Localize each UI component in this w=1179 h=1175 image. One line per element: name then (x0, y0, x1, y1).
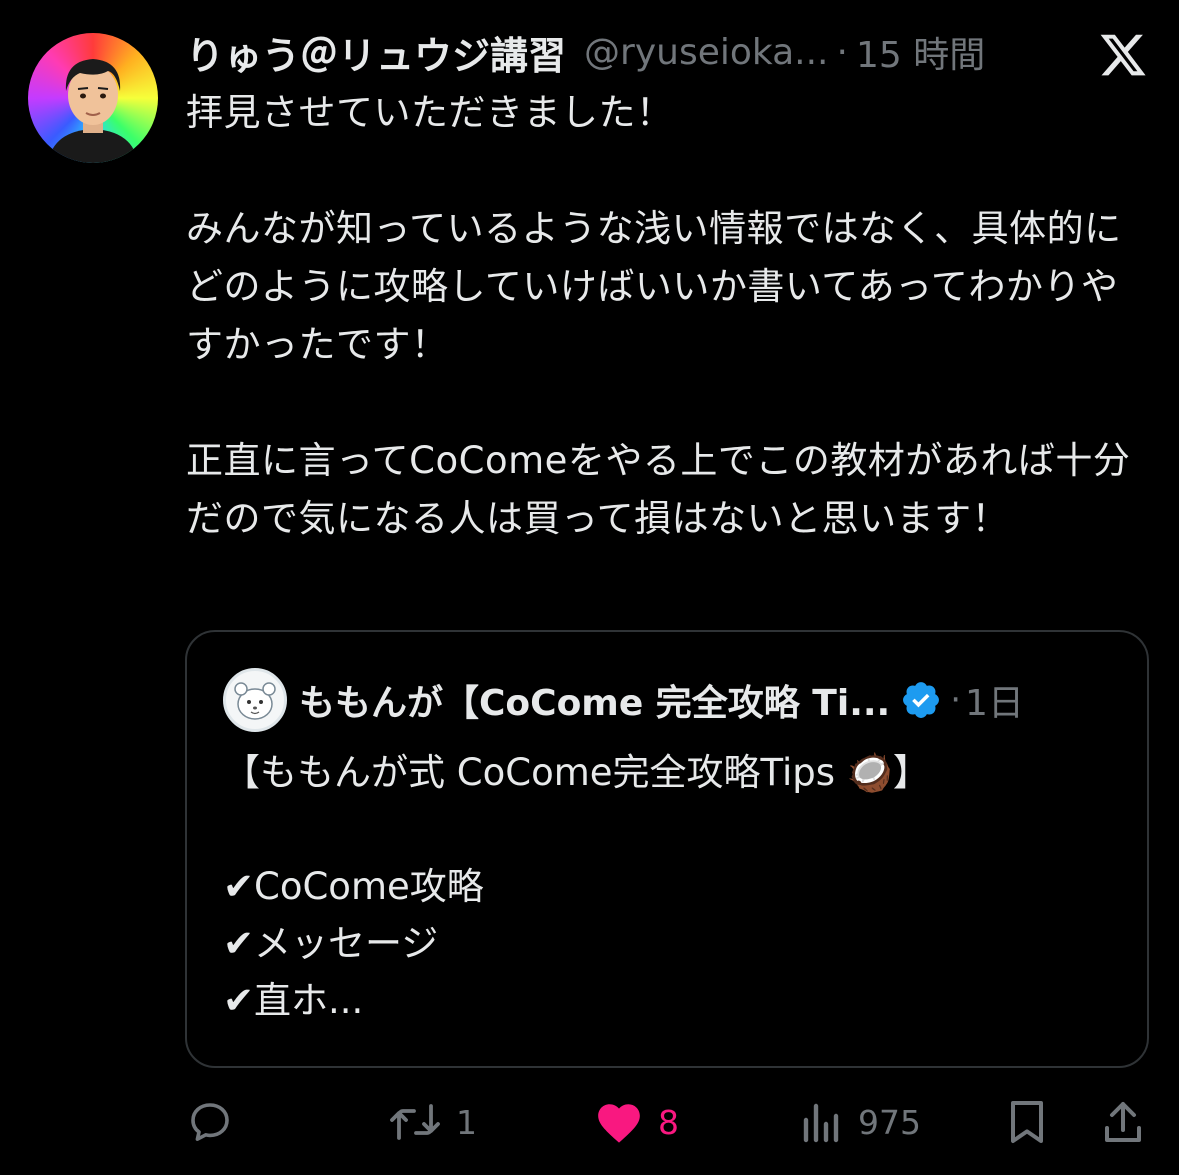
quoted-author-avatar (223, 668, 287, 732)
tweet-text: 拝見させていただきました！ みんなが知っているような浅い情報ではなく、具体的にど… (186, 91, 1131, 540)
quoted-tweet-text: 【ももんが式 CoCome完全攻略Tips 🥥】 ✔CoCome攻略 ✔メッセー… (223, 751, 930, 1022)
retweet-icon (388, 1098, 442, 1146)
verified-badge-icon (900, 679, 942, 721)
author-handle[interactable]: @ryuseioka... (584, 32, 828, 73)
views-icon (800, 1098, 844, 1146)
tweet-header: りゅう＠リュウジ講習 @ryuseioka... · 15 時間 (186, 22, 1086, 82)
reply-icon (186, 1098, 234, 1146)
tweet-action-bar: 1 8 975 (0, 1090, 1179, 1154)
quoted-tweet-header: ももんが【CoCome 完全攻略 Ti... · 1日 (299, 670, 1024, 730)
share-icon (1100, 1098, 1146, 1146)
separator-dot: · (950, 680, 962, 720)
tweet-card[interactable]: りゅう＠リュウジ講習 @ryuseioka... · 15 時間 拝見させていた… (0, 0, 1179, 1175)
views-count: 975 (858, 1102, 921, 1142)
share-button[interactable] (1100, 1090, 1146, 1154)
x-logo-icon (1098, 30, 1148, 80)
bookmark-button[interactable] (1004, 1090, 1050, 1154)
flying-squirrel-avatar-illustration (234, 682, 276, 720)
retweet-button[interactable]: 1 (388, 1090, 477, 1154)
author-display-name[interactable]: りゅう＠リュウジ講習 (186, 25, 566, 80)
quoted-tweet-timestamp: 1日 (965, 683, 1024, 724)
bookmark-icon (1004, 1098, 1050, 1146)
like-count: 8 (658, 1102, 679, 1142)
author-avatar-illustration (48, 59, 138, 163)
separator-dot: · (836, 31, 848, 73)
tweet-timestamp[interactable]: 15 時間 (856, 26, 985, 78)
author-avatar[interactable] (28, 33, 158, 163)
like-button[interactable]: 8 (594, 1090, 679, 1154)
views-button[interactable]: 975 (800, 1090, 921, 1154)
quoted-author-display-name[interactable]: ももんが【CoCome 完全攻略 Ti... (299, 674, 890, 726)
retweet-count: 1 (456, 1102, 477, 1142)
quoted-tweet[interactable]: ももんが【CoCome 完全攻略 Ti... · 1日 【ももんが式 CoCom… (185, 630, 1149, 1068)
heart-icon (594, 1098, 644, 1146)
reply-button[interactable] (186, 1090, 234, 1154)
